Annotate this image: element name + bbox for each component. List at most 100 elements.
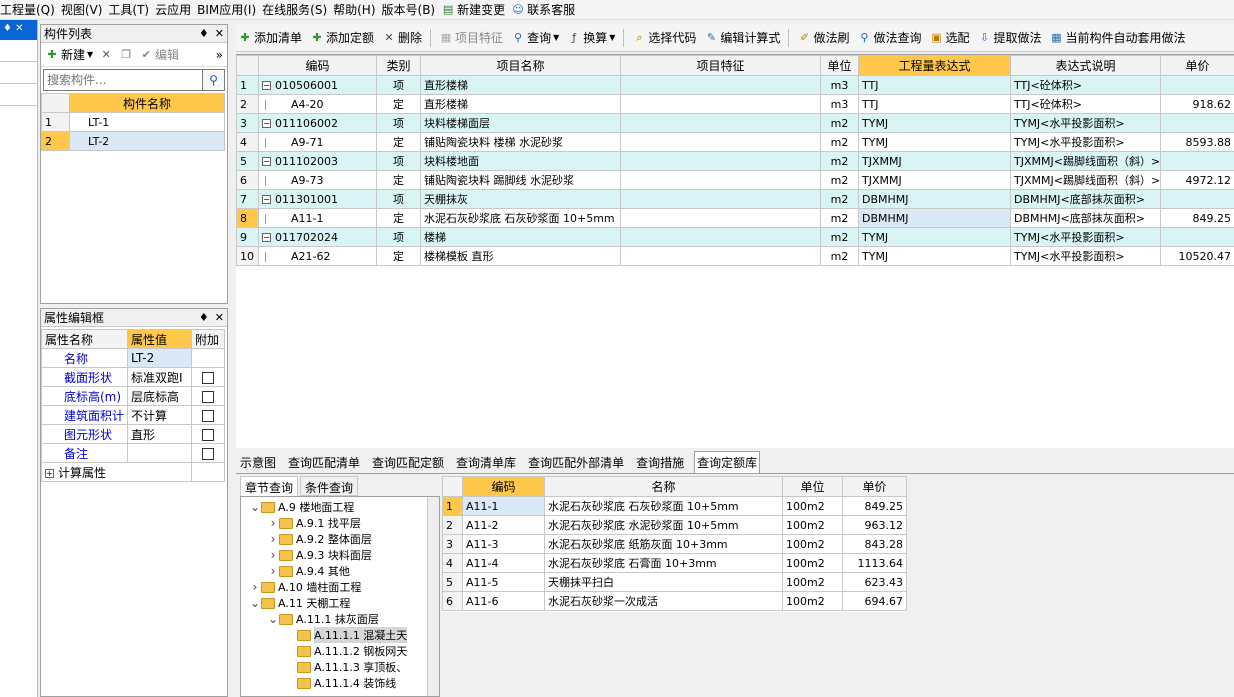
property-value[interactable]: 直形 xyxy=(127,424,192,444)
chevron-right-icon[interactable]: › xyxy=(267,532,279,546)
close-icon[interactable]: ✕ xyxy=(215,27,224,40)
expression-desc-cell[interactable]: TJXMMJ<踢脚线面积（斜）> xyxy=(1010,170,1161,190)
property-row[interactable]: 备注 xyxy=(41,443,225,463)
feature-cell[interactable] xyxy=(620,75,821,95)
tree-node[interactable]: A.11.1.4 装饰线 xyxy=(241,675,439,691)
unit-cell[interactable]: m3 xyxy=(820,75,859,95)
toolbar-button[interactable]: ✚ 添加清单 xyxy=(238,29,302,46)
grid-column-header[interactable]: 表达式说明 xyxy=(1010,55,1161,76)
tree-scrollbar[interactable] xyxy=(427,497,439,696)
toolbar-button[interactable]: ƒ 换算 ▼ xyxy=(567,29,615,46)
expression-cell[interactable]: TYMJ xyxy=(858,246,1011,266)
quota-name[interactable]: 水泥石灰砂浆一次成活 xyxy=(544,591,783,611)
edit-component-button[interactable]: ✔ 编辑 xyxy=(139,46,180,63)
property-value[interactable]: LT-2 xyxy=(127,348,192,368)
left-dock-row[interactable] xyxy=(0,84,37,106)
expression-desc-cell[interactable]: TTJ<砼体积> xyxy=(1010,94,1161,114)
property-value[interactable]: 不计算 xyxy=(127,405,192,425)
tree-node[interactable]: A.11.1.3 享顶板、 xyxy=(241,659,439,675)
feature-cell[interactable] xyxy=(620,189,821,209)
feature-cell[interactable] xyxy=(620,170,821,190)
component-search-input[interactable] xyxy=(44,70,202,90)
feature-cell[interactable] xyxy=(620,94,821,114)
left-dock-row[interactable] xyxy=(0,62,37,84)
pin-icon[interactable]: ♦ xyxy=(199,27,209,40)
name-cell[interactable]: 铺贴陶瓷块料 踢脚线 水泥砂浆 xyxy=(420,170,621,190)
code-cell[interactable]: A9-73 xyxy=(258,170,377,190)
quota-unit[interactable]: 100m2 xyxy=(782,591,843,611)
tree-node[interactable]: › A.9.3 块料面层 xyxy=(241,547,439,563)
code-cell[interactable]: A11-1 xyxy=(258,208,377,228)
feature-cell[interactable] xyxy=(620,246,821,266)
toolbar-button[interactable]: ✐ 做法刷 xyxy=(797,29,850,46)
toolbar-button[interactable]: ⚲ 做法查询 xyxy=(857,29,921,46)
code-cell[interactable]: A4-20 xyxy=(258,94,377,114)
expression-desc-cell[interactable]: TYMJ<水平投影面积> xyxy=(1010,246,1161,266)
expression-desc-cell[interactable]: DBMHMJ<底部抹灰面积> xyxy=(1010,208,1161,228)
chevron-down-icon[interactable]: ⌄ xyxy=(249,500,261,514)
left-dock-title[interactable]: ♦ ✕ xyxy=(0,20,37,40)
quota-name[interactable]: 水泥石灰砂浆底 水泥砂浆面 10+5mm xyxy=(544,515,783,535)
type-cell[interactable]: 定 xyxy=(376,170,421,190)
expression-desc-cell[interactable]: TJXMMJ<踢脚线面积（斜）> xyxy=(1010,151,1161,171)
expression-cell[interactable]: TTJ xyxy=(858,75,1011,95)
grid-row[interactable]: 10 A21-62 定楼梯模板 直形 m2 TYMJ TYMJ<水平投影面积> 10520.… xyxy=(236,246,1234,266)
bottom-tab[interactable]: 查询定额库 xyxy=(694,451,761,473)
expression-cell[interactable]: TJXMMJ xyxy=(858,170,1011,190)
unit-cell[interactable]: m2 xyxy=(820,132,859,152)
expression-desc-cell[interactable]: TYMJ<水平投影面积> xyxy=(1010,132,1161,152)
grid-column-header[interactable]: 类别 xyxy=(376,55,421,76)
name-cell[interactable]: 块料楼梯面层 xyxy=(420,113,621,133)
feature-cell[interactable] xyxy=(620,132,821,152)
price-cell[interactable]: 918.62 xyxy=(1160,94,1234,114)
toolbar-button[interactable]: ⇩ 提取做法 xyxy=(977,29,1042,46)
quota-price[interactable]: 694.67 xyxy=(842,591,907,611)
menu-item[interactable]: ▤ 新建变更 xyxy=(441,1,511,18)
code-cell[interactable]: −011301001 xyxy=(258,189,377,209)
quota-row[interactable]: 6 A11-6 水泥石灰砂浆一次成活 100m2 694.67 xyxy=(442,591,907,611)
price-cell[interactable]: 8593.88 xyxy=(1160,132,1234,152)
quota-price[interactable]: 623.43 xyxy=(842,572,907,592)
toolbar-button[interactable]: ✚ 添加定额 xyxy=(310,29,374,46)
code-cell[interactable]: −011102003 xyxy=(258,151,377,171)
unit-cell[interactable]: m2 xyxy=(820,151,859,171)
property-value[interactable] xyxy=(127,443,192,463)
menu-item[interactable]: 工具(T) xyxy=(108,1,155,18)
feature-cell[interactable] xyxy=(620,113,821,133)
tree-node[interactable]: ⌄ A.11 天棚工程 xyxy=(241,595,439,611)
grid-column-header[interactable]: 单位 xyxy=(820,55,859,76)
chevron-right-icon[interactable]: › xyxy=(249,580,261,594)
quota-name[interactable]: 水泥石灰砂浆底 石灰砂浆面 10+5mm xyxy=(544,496,783,516)
property-group-row[interactable]: + 计算属性 xyxy=(41,462,225,482)
tree-node[interactable]: ⌄ A.11.1 抹灰面层 xyxy=(241,611,439,627)
expand-icon[interactable]: + xyxy=(45,468,54,478)
quota-code[interactable]: A11-1 xyxy=(462,496,545,516)
quota-name[interactable]: 天棚抹平扫白 xyxy=(544,572,783,592)
expression-cell[interactable]: TYMJ xyxy=(858,132,1011,152)
chevron-right-icon[interactable]: › xyxy=(267,548,279,562)
quota-name[interactable]: 水泥石灰砂浆底 石膏面 10+3mm xyxy=(544,553,783,573)
grid-row[interactable]: 4 A9-71 定铺贴陶瓷块料 楼梯 水泥砂浆 m2 TYMJ TYMJ<水平投影面积> 8… xyxy=(236,132,1234,152)
type-cell[interactable]: 定 xyxy=(376,132,421,152)
collapse-icon[interactable]: − xyxy=(262,157,271,166)
grid-column-header[interactable]: 单价 xyxy=(1160,55,1234,76)
type-cell[interactable]: 定 xyxy=(376,208,421,228)
tree-node[interactable]: A.11.1.2 钢板网天 xyxy=(241,643,439,659)
name-cell[interactable]: 楼梯模板 直形 xyxy=(420,246,621,266)
price-cell[interactable]: 849.25 xyxy=(1160,208,1234,228)
pin-icon[interactable]: ♦ xyxy=(199,311,209,324)
price-cell[interactable] xyxy=(1160,189,1234,209)
property-row[interactable]: 底标高(m) 层底标高 xyxy=(41,386,225,406)
type-cell[interactable]: 项 xyxy=(376,113,421,133)
expression-desc-cell[interactable]: TYMJ<水平投影面积> xyxy=(1010,227,1161,247)
menu-item[interactable]: 帮助(H) xyxy=(333,1,381,18)
tree-node[interactable]: A.11.1.1 混凝土天 xyxy=(241,627,439,643)
property-row[interactable]: 名称 LT-2 xyxy=(41,348,225,368)
type-cell[interactable]: 定 xyxy=(376,94,421,114)
code-cell[interactable]: A21-62 xyxy=(258,246,377,266)
quota-row[interactable]: 4 A11-4 水泥石灰砂浆底 石膏面 10+3mm 100m2 1113.64 xyxy=(442,553,907,573)
quota-unit[interactable]: 100m2 xyxy=(782,572,843,592)
quota-unit[interactable]: 100m2 xyxy=(782,553,843,573)
left-dock-row[interactable] xyxy=(0,40,37,62)
property-group[interactable]: + 计算属性 xyxy=(41,462,192,482)
